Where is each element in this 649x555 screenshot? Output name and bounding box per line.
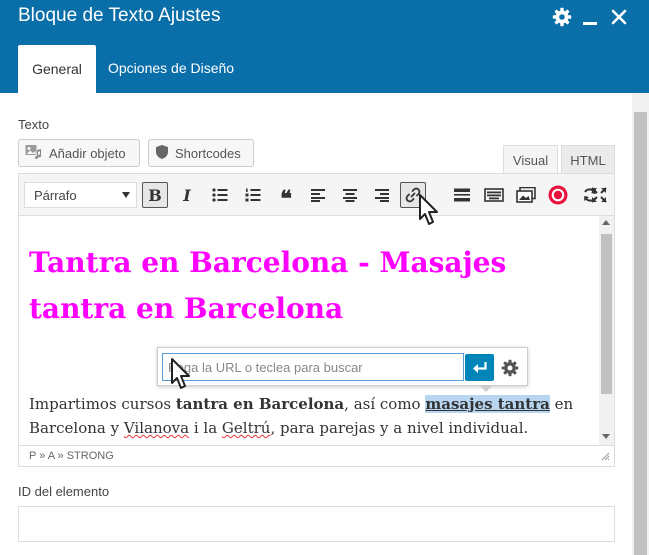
text-field-label: Texto [18, 117, 50, 132]
content-paragraph: Impartimos cursos tantra en Barcelona, a… [29, 392, 589, 440]
editor-scrollbar-track[interactable] [599, 216, 614, 445]
shortcodes-label: Shortcodes [175, 145, 241, 161]
apply-link-button[interactable] [465, 354, 494, 381]
element-id-label: ID del elemento [18, 484, 110, 499]
bullet-list-icon [212, 188, 228, 202]
media-icon [25, 144, 43, 163]
fullscreen-icon [591, 187, 607, 203]
italic-button[interactable]: I [174, 182, 200, 208]
content-heading: Tantra en Barcelona - Masajes tantra en … [29, 246, 507, 325]
misspelled-word: Geltrú [221, 419, 271, 437]
align-right-button[interactable] [369, 182, 395, 208]
numbered-list-icon [245, 188, 261, 202]
plugin-button[interactable] [545, 182, 571, 208]
align-center-button[interactable] [337, 182, 363, 208]
shield-icon [155, 144, 169, 163]
align-left-icon [311, 189, 325, 202]
shortcodes-button[interactable]: Shortcodes [148, 139, 254, 167]
paragraph-text: Impartimos cursos [29, 395, 176, 413]
bold-icon: B [148, 185, 162, 205]
paragraph-text: , así como [344, 395, 426, 413]
element-path[interactable]: P » A » STRONG [29, 450, 114, 462]
mouse-pointer-icon [419, 194, 438, 225]
link-url-input[interactable] [162, 353, 464, 381]
element-id-input[interactable] [18, 506, 615, 542]
images-icon [516, 187, 536, 203]
dialog-header: Bloque de Texto Ajustes General Opciones… [0, 0, 649, 93]
target-icon [548, 185, 568, 205]
align-right-icon [375, 189, 389, 202]
fullscreen-button[interactable] [586, 182, 612, 208]
popup-pointer [480, 386, 492, 392]
mouse-pointer-icon [171, 358, 190, 389]
paragraph-bold-text: tantra en Barcelona [175, 395, 345, 413]
paragraph-text: i la [189, 419, 222, 437]
scroll-down-icon[interactable] [602, 434, 610, 439]
bullet-list-button[interactable] [207, 182, 233, 208]
resize-handle-icon[interactable] [601, 452, 610, 461]
blockquote-button[interactable]: ❝ [273, 182, 299, 212]
format-select-value: Párrafo [34, 187, 77, 203]
editor-scrollbar-thumb[interactable] [601, 234, 612, 394]
close-icon[interactable] [608, 6, 630, 28]
link-options-button[interactable] [498, 356, 522, 380]
align-left-button[interactable] [305, 182, 331, 208]
format-select[interactable]: Párrafo [24, 182, 137, 208]
editor-statusbar: P » A » STRONG [19, 445, 614, 466]
paragraph-text: , para parejas y a nivel individual. [270, 419, 529, 437]
add-media-button[interactable] [513, 182, 539, 208]
keyboard-icon [484, 188, 504, 202]
misspelled-word: Vilanova [123, 419, 190, 437]
panel-scrollbar-thumb[interactable] [634, 112, 647, 555]
read-more-icon [454, 188, 470, 202]
editor-toolbar: Párrafo B I ❝ [19, 174, 614, 216]
gear-icon[interactable] [551, 6, 573, 28]
enter-icon [472, 361, 487, 373]
align-center-icon [343, 189, 357, 202]
chevron-down-icon [122, 192, 130, 198]
editor-content[interactable]: Tantra en Barcelona - Masajes tantra en … [19, 216, 599, 445]
numbered-list-button[interactable] [240, 182, 266, 208]
link-popup [157, 347, 528, 392]
scroll-up-icon[interactable] [602, 220, 610, 225]
italic-icon: I [183, 185, 191, 205]
tab-visual[interactable]: Visual [503, 145, 558, 174]
blockquote-icon: ❝ [280, 186, 292, 212]
text-editor: Párrafo B I ❝ Tantra en Barcelona - Masa… [18, 173, 615, 467]
toolbar-toggle-button[interactable] [481, 182, 507, 208]
bold-button[interactable]: B [142, 182, 168, 208]
dialog-title: Bloque de Texto Ajustes [18, 5, 221, 26]
read-more-button[interactable] [449, 182, 475, 208]
gear-icon [501, 359, 519, 377]
selected-link-text[interactable]: masajes tantra [425, 395, 550, 413]
add-object-button[interactable]: Añadir objeto [18, 139, 140, 167]
minimize-icon[interactable] [579, 6, 601, 28]
tab-html[interactable]: HTML [561, 145, 615, 174]
add-object-label: Añadir objeto [49, 145, 126, 161]
tab-design-options[interactable]: Opciones de Diseño [108, 60, 234, 76]
tab-general[interactable]: General [18, 45, 96, 93]
